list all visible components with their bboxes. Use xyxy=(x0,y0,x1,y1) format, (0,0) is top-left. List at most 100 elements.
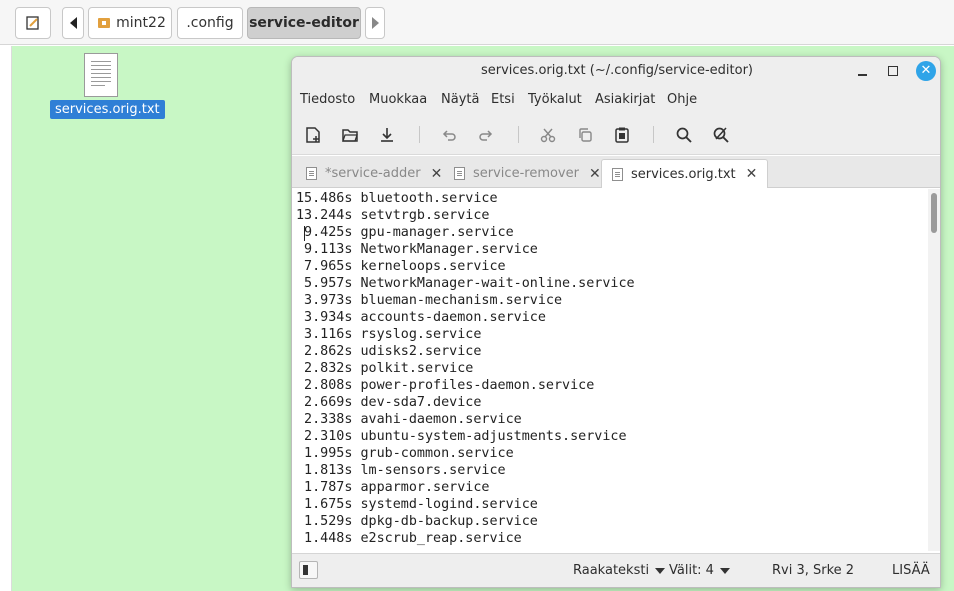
text-cursor xyxy=(304,226,305,241)
text-line: 1.448s e2scrub_reap.service xyxy=(296,531,522,546)
side-panel-toggle-button[interactable] xyxy=(299,561,318,579)
paste-icon xyxy=(615,127,629,143)
tab-service-remover[interactable]: service-remover ✕ xyxy=(454,159,601,188)
save-button[interactable] xyxy=(376,124,398,146)
text-line: 2.808s power-profiles-daemon.service xyxy=(296,378,595,393)
document-icon xyxy=(306,167,317,180)
breadcrumb-label: .config xyxy=(186,15,234,31)
tab-services-orig[interactable]: services.orig.txt ✕ xyxy=(601,159,769,188)
close-icon: ✕ xyxy=(920,63,932,78)
insert-mode-label: LISÄÄ xyxy=(892,563,930,578)
breadcrumb-current[interactable]: service-editor xyxy=(247,7,361,39)
menu-tools[interactable]: Työkalut xyxy=(528,92,582,107)
tab-bar: *service-adder ✕ service-remover ✕ servi… xyxy=(292,156,940,188)
tab-service-adder[interactable]: *service-adder ✕ xyxy=(306,159,442,188)
language-selector[interactable]: Raakateksti xyxy=(573,563,666,578)
edit-location-button[interactable] xyxy=(15,7,51,39)
search-replace-button[interactable] xyxy=(710,124,732,146)
document-icon xyxy=(612,167,623,181)
chevron-down-icon xyxy=(719,567,730,574)
text-line: 2.669s dev-sda7.device xyxy=(296,395,482,410)
search-replace-icon xyxy=(713,127,729,143)
chevron-right-icon xyxy=(371,17,379,29)
tab-width-label: Välit: 4 xyxy=(669,563,714,578)
chevron-down-icon xyxy=(655,567,666,574)
edit-icon xyxy=(26,16,39,30)
title-bar[interactable]: services.orig.txt (~/.config/service-edi… xyxy=(292,57,940,87)
close-tab-icon[interactable]: ✕ xyxy=(589,166,601,182)
text-line: 9.425s gpu-manager.service xyxy=(296,225,514,240)
undo-button[interactable] xyxy=(438,124,460,146)
menu-edit[interactable]: Muokkaa xyxy=(369,92,427,107)
cut-icon xyxy=(540,128,556,143)
redo-icon xyxy=(479,130,493,141)
text-line: 7.965s kerneloops.service xyxy=(296,259,506,274)
text-line: 3.934s accounts-daemon.service xyxy=(296,310,546,325)
text-line: 2.310s ubuntu-system-adjustments.service xyxy=(296,429,627,444)
search-icon xyxy=(676,127,692,143)
text-line: 5.957s NetworkManager-wait-online.servic… xyxy=(296,276,635,291)
text-file-icon[interactable] xyxy=(84,53,118,97)
breadcrumb-config[interactable]: .config xyxy=(177,7,243,39)
document-icon xyxy=(454,167,465,180)
text-editing-area[interactable]: 15.486s bluetooth.service 13.244s setvtr… xyxy=(292,189,928,551)
text-line: 9.113s NetworkManager.service xyxy=(296,242,538,257)
text-line: 3.116s rsyslog.service xyxy=(296,327,482,342)
text-line: 1.995s grub-common.service xyxy=(296,446,514,461)
text-line: 1.813s lm-sensors.service xyxy=(296,463,506,478)
tab-label: services.orig.txt xyxy=(631,166,736,182)
text-editor-window: services.orig.txt (~/.config/service-edi… xyxy=(291,56,941,588)
tab-width-selector[interactable]: Välit: 4 xyxy=(669,563,730,578)
text-line: 15.486s bluetooth.service xyxy=(296,191,498,206)
text-line: 2.862s udisks2.service xyxy=(296,344,482,359)
close-tab-icon[interactable]: ✕ xyxy=(746,166,758,182)
left-edge xyxy=(0,46,12,591)
menu-help[interactable]: Ohje xyxy=(667,92,697,107)
editor-toolbar xyxy=(292,115,940,155)
search-button[interactable] xyxy=(673,124,695,146)
menu-bar: Tiedosto Muokkaa Näytä Etsi Työkalut Asi… xyxy=(292,87,940,115)
vertical-scrollbar[interactable] xyxy=(928,189,940,551)
toolbar-separator xyxy=(518,126,519,143)
menu-file[interactable]: Tiedosto xyxy=(300,92,355,107)
copy-button[interactable] xyxy=(574,124,596,146)
back-button[interactable] xyxy=(62,7,84,39)
breadcrumb-label: service-editor xyxy=(249,15,359,31)
undo-icon xyxy=(442,130,456,141)
breadcrumb-home[interactable]: mint22 xyxy=(88,7,172,39)
insert-mode: LISÄÄ xyxy=(892,563,930,578)
tab-label: service-remover xyxy=(473,166,579,181)
status-bar: Raakateksti Välit: 4 Rvi 3, Srke 2 LISÄÄ xyxy=(292,553,940,587)
window-title: services.orig.txt (~/.config/service-edi… xyxy=(480,63,753,78)
new-document-icon xyxy=(306,127,320,143)
menu-search[interactable]: Etsi xyxy=(491,92,515,107)
home-folder-icon xyxy=(98,18,111,28)
redo-button[interactable] xyxy=(475,124,497,146)
new-document-button[interactable] xyxy=(302,124,324,146)
text-line: 13.244s setvtrgb.service xyxy=(296,208,490,223)
text-line: 1.787s apparmor.service xyxy=(296,480,490,495)
save-icon xyxy=(381,128,393,142)
cursor-position[interactable]: Rvi 3, Srke 2 xyxy=(772,563,854,578)
text-line: 1.529s dpkg-db-backup.service xyxy=(296,514,538,529)
menu-view[interactable]: Näytä xyxy=(441,92,479,107)
cut-button[interactable] xyxy=(537,124,559,146)
chevron-left-icon xyxy=(69,17,77,29)
file-name-label[interactable]: services.orig.txt xyxy=(50,100,165,119)
toolbar-separator xyxy=(419,126,420,143)
text-line: 2.338s avahi-daemon.service xyxy=(296,412,522,427)
menu-documents[interactable]: Asiakirjat xyxy=(595,92,655,107)
minimize-button[interactable] xyxy=(854,61,872,81)
maximize-button[interactable] xyxy=(884,61,902,81)
scrollbar-thumb[interactable] xyxy=(931,193,937,233)
open-button[interactable] xyxy=(339,124,361,146)
close-tab-icon[interactable]: ✕ xyxy=(431,166,443,182)
toolbar-separator xyxy=(653,126,654,143)
text-line: 2.832s polkit.service xyxy=(296,361,474,376)
forward-button[interactable] xyxy=(365,7,385,39)
close-button[interactable]: ✕ xyxy=(916,61,936,81)
cursor-position-label: Rvi 3, Srke 2 xyxy=(772,563,855,578)
paste-button[interactable] xyxy=(611,124,633,146)
open-icon xyxy=(342,129,358,142)
copy-icon xyxy=(579,128,592,142)
